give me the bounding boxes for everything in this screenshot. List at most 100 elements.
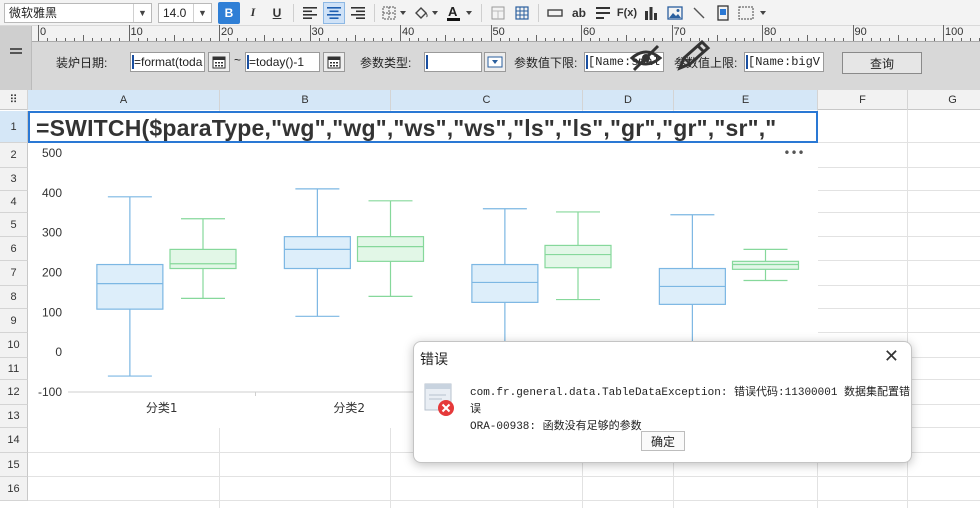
param-type-input[interactable] [424, 52, 482, 72]
underline-button[interactable]: U [266, 2, 288, 24]
row-header-10[interactable]: 10 [0, 333, 28, 358]
ruler-tick [400, 25, 401, 41]
ruler-tick [662, 38, 664, 41]
font-size-value: 14.0 [163, 5, 187, 20]
chart-button[interactable] [640, 2, 662, 24]
query-button[interactable]: 查询 [842, 52, 922, 74]
textbox-button[interactable] [544, 2, 566, 24]
paint-bucket-icon [415, 6, 438, 19]
ruler-tick [970, 38, 972, 41]
align-center-button[interactable] [323, 1, 345, 24]
param-type-dropdown-button[interactable] [484, 52, 506, 72]
row-header-8[interactable]: 8 [0, 286, 28, 309]
slash-button[interactable] [688, 2, 710, 24]
y-tick-label: 400 [42, 186, 62, 200]
ruler-tick [146, 38, 148, 41]
ruler-tick [454, 38, 456, 41]
ruler-tick [273, 38, 275, 41]
row-header-12[interactable]: 12 [0, 380, 28, 405]
ruler-tick [644, 38, 646, 41]
align-right-button[interactable] [347, 2, 369, 24]
column-header-e[interactable]: E [674, 90, 818, 110]
ruler-tick [716, 35, 718, 41]
ok-button[interactable]: 确定 [641, 431, 685, 451]
row-header-13[interactable]: 13 [0, 405, 28, 428]
param-type-label: 参数类型: [360, 56, 412, 70]
ruler-tick [246, 38, 248, 41]
merge-cell-button[interactable] [487, 2, 509, 24]
frame-button[interactable] [712, 2, 734, 24]
paragraph-button[interactable] [592, 2, 614, 24]
date-from-input[interactable]: =format(toda [130, 52, 205, 72]
row-header-5[interactable]: 5 [0, 213, 28, 237]
font-name-select[interactable]: 微软雅黑 ▼ [4, 2, 152, 23]
ruler-tick [771, 38, 773, 41]
date-to-input[interactable]: =today()-1 [245, 52, 320, 72]
pencil-icon[interactable] [674, 40, 714, 74]
chart-more-icon[interactable]: ••• [783, 146, 804, 160]
table-button[interactable] [511, 2, 533, 24]
border-button[interactable] [380, 2, 410, 24]
font-name-value: 微软雅黑 [9, 6, 58, 20]
column-header-c[interactable]: C [391, 90, 583, 110]
italic-button[interactable]: I [242, 2, 264, 24]
text-button[interactable]: ab [568, 2, 590, 24]
column-header-d[interactable]: D [583, 90, 674, 110]
eye-hidden-icon[interactable] [628, 42, 664, 74]
ruler-tick [300, 38, 302, 41]
ruler-tick [472, 38, 474, 41]
y-tick-label: 100 [42, 305, 62, 319]
font-color-button[interactable]: A [444, 2, 476, 24]
column-header-f[interactable]: F [818, 90, 908, 110]
ruler-tick [508, 38, 510, 41]
ruler-tick [526, 38, 528, 41]
ruler-tick [915, 38, 917, 41]
row-header-1[interactable]: 1 [0, 111, 28, 143]
ruler-tick [861, 38, 863, 41]
ruler-tick [83, 35, 85, 41]
row-header-7[interactable]: 7 [0, 261, 28, 286]
date-to-calendar-button[interactable] [323, 52, 345, 72]
bold-button[interactable]: B [218, 1, 240, 24]
row-header-3[interactable]: 3 [0, 168, 28, 191]
close-icon[interactable]: ✕ [884, 346, 899, 367]
row-header-14[interactable]: 14 [0, 428, 28, 453]
more-options-button[interactable] [736, 2, 770, 24]
select-all-corner[interactable]: ⠿ [0, 90, 28, 110]
furnace-date-label: 装炉日期: [56, 56, 108, 70]
dialog-title: 错误 [420, 351, 448, 367]
ruler-corner [0, 26, 32, 90]
ruler-tick-label: 10 [130, 26, 143, 38]
box-iqr [471, 263, 539, 303]
slash-icon [693, 7, 705, 18]
svg-text:A: A [448, 5, 458, 19]
row-header-11[interactable]: 11 [0, 358, 28, 380]
ruler-tick [309, 25, 311, 41]
calendar-icon [212, 56, 226, 69]
ruler-tick [825, 38, 827, 41]
ruler-tick [38, 25, 39, 41]
ruler-tick [870, 38, 872, 41]
row-header-15[interactable]: 15 [0, 453, 28, 477]
upper-limit-input[interactable]: [Name:bigV [744, 52, 824, 72]
font-size-select[interactable]: 14.0 ▼ [158, 2, 212, 23]
ruler-tick [752, 38, 754, 41]
ruler-tick [264, 35, 266, 41]
column-header-b[interactable]: B [220, 90, 391, 110]
row-header-4[interactable]: 4 [0, 191, 28, 213]
column-header-a[interactable]: A [28, 90, 220, 110]
column-header-g[interactable]: G [908, 90, 980, 110]
row-header-16[interactable]: 16 [0, 477, 28, 501]
fill-color-button[interactable] [412, 2, 442, 24]
ruler-tick [119, 38, 121, 41]
row-header-9[interactable]: 9 [0, 309, 28, 333]
ruler-tick [336, 38, 338, 41]
row-header-2[interactable]: 2 [0, 143, 28, 168]
ruler-tick [481, 38, 483, 41]
row-header-6[interactable]: 6 [0, 237, 28, 261]
image-button[interactable] [664, 2, 686, 24]
selected-cell-a1[interactable]: =SWITCH($paraType,"wg","wg","ws","ws","l… [28, 111, 818, 143]
date-from-calendar-button[interactable] [208, 52, 230, 72]
align-left-button[interactable] [299, 2, 321, 24]
formula-button[interactable]: F(x) [616, 2, 638, 24]
